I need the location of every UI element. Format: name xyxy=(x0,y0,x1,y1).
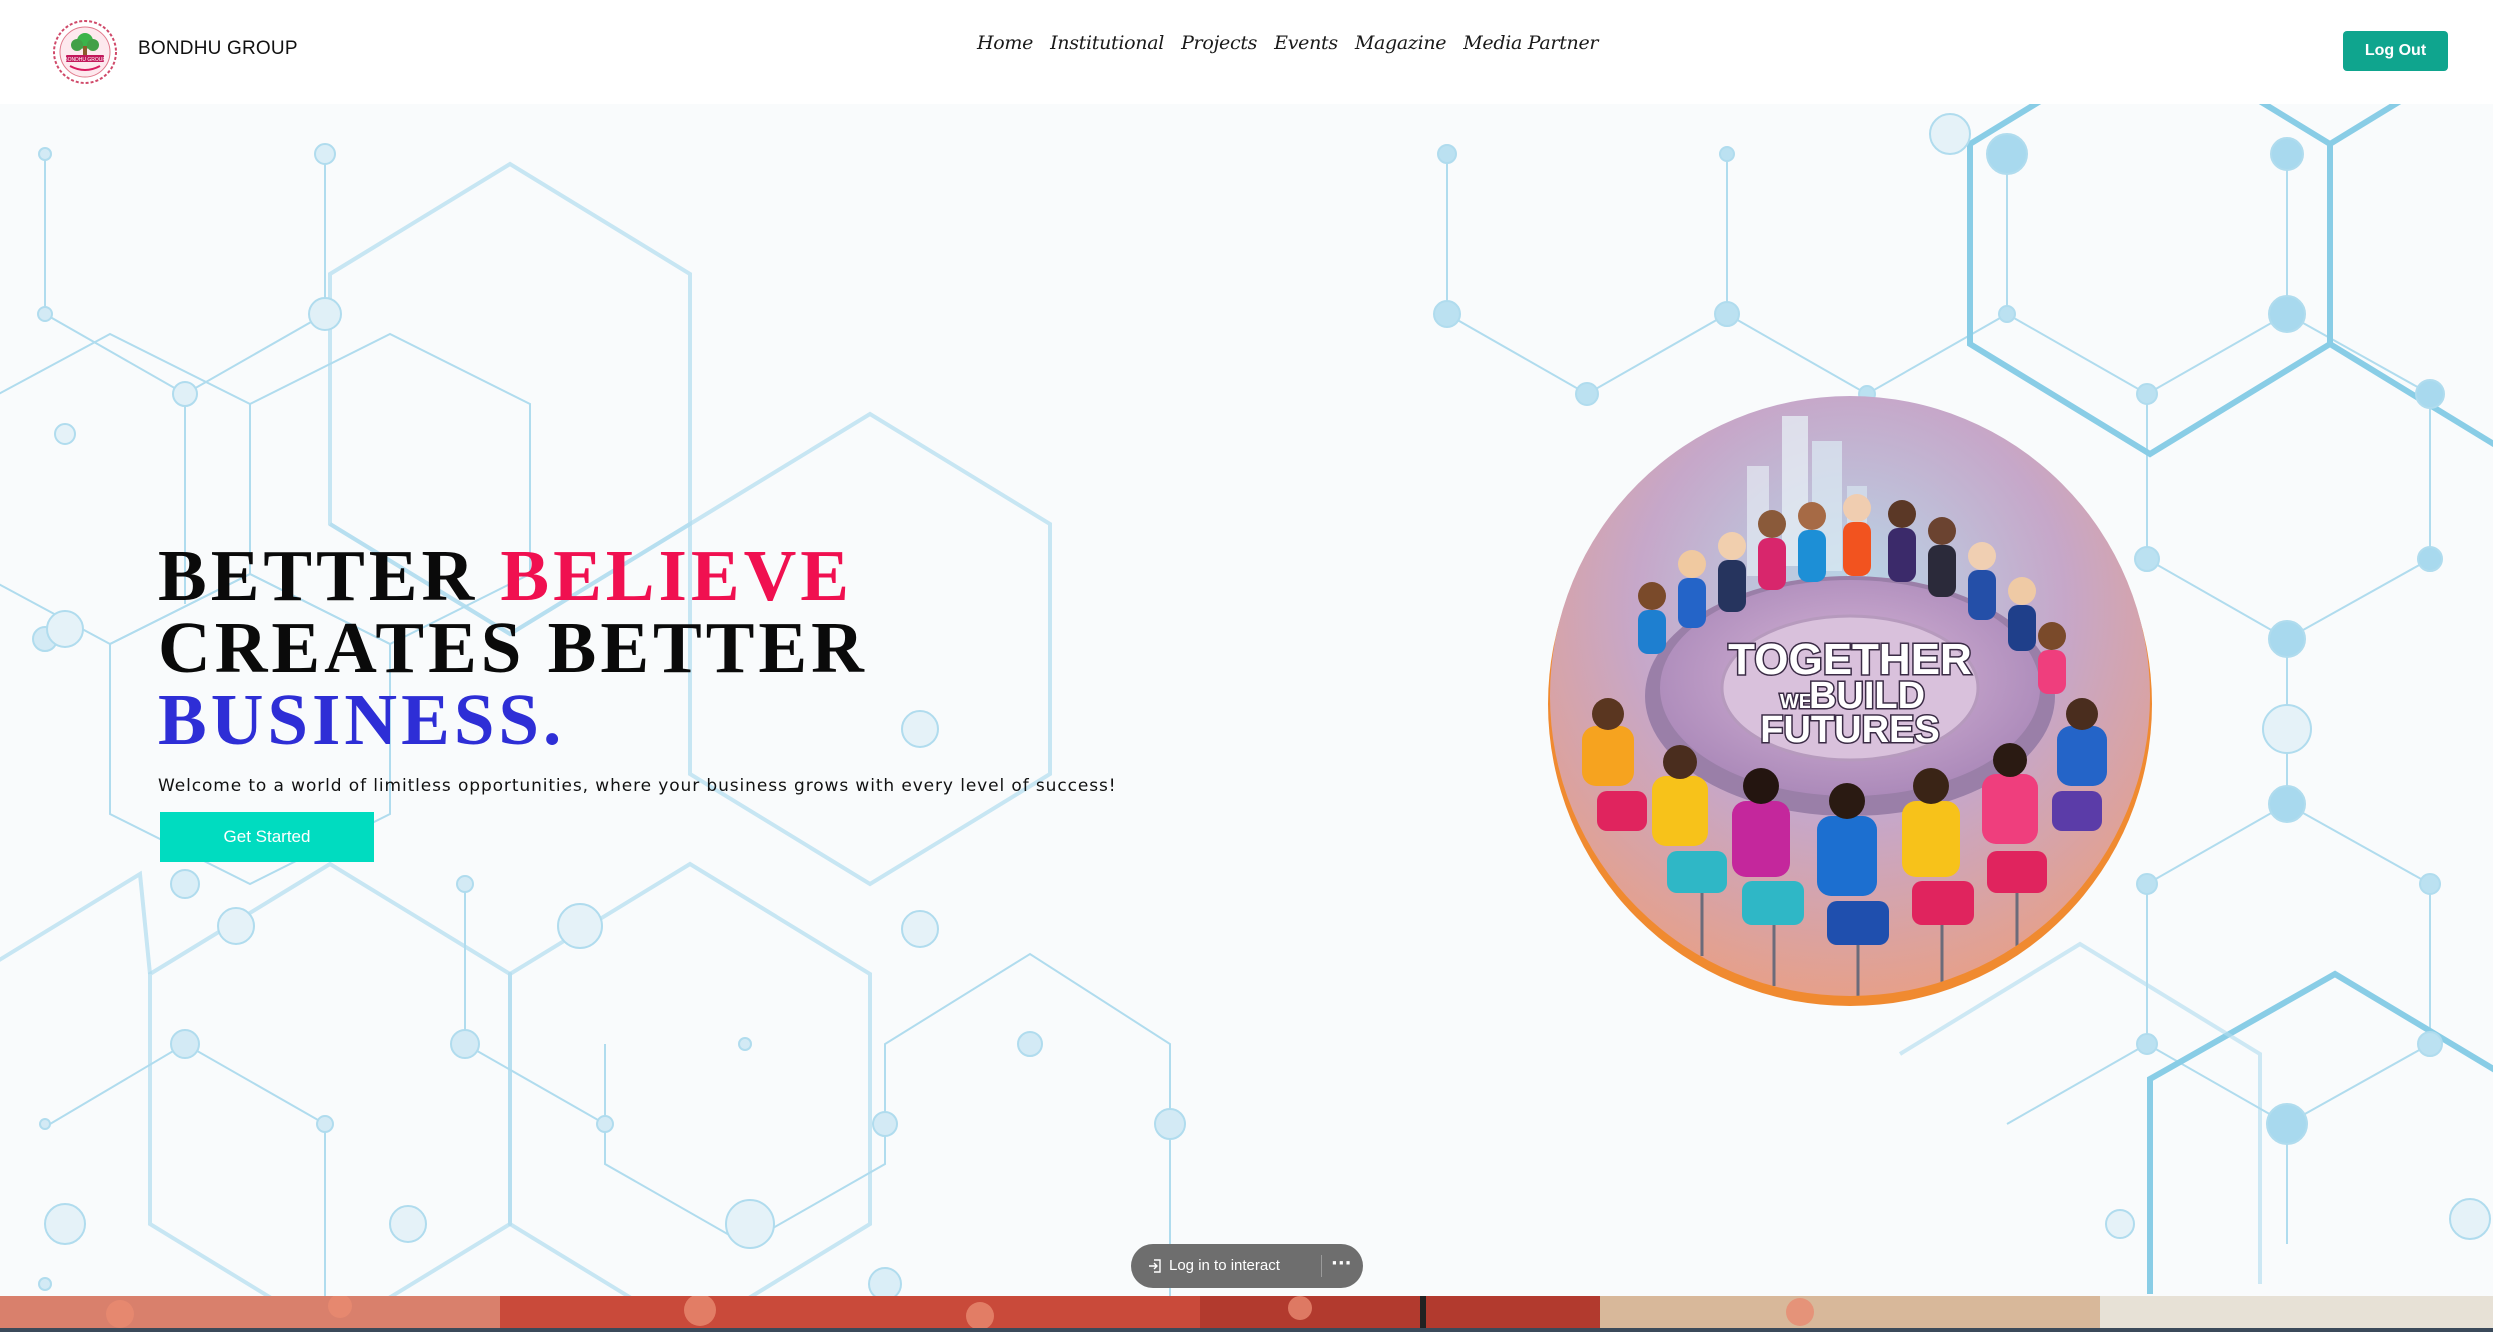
bondhu-group-logo[interactable]: BONDHU GROUP xyxy=(52,19,118,85)
pill-divider xyxy=(1321,1255,1322,1277)
hero-section: BETTER BELIEVE CREATES BETTER BUSINESS. … xyxy=(0,104,2493,1296)
nav-media-partner[interactable]: Media Partner xyxy=(1463,32,1598,54)
headline-line2: CREATES BETTER xyxy=(158,607,868,688)
headline-word-better: BETTER xyxy=(158,535,479,616)
slogan-futures: FUTURES xyxy=(1760,709,1939,751)
nav-magazine[interactable]: Magazine xyxy=(1355,32,1447,54)
nav-home[interactable]: Home xyxy=(977,32,1033,54)
login-icon xyxy=(1149,1259,1161,1273)
nav-projects[interactable]: Projects xyxy=(1181,32,1257,54)
hero-headline: BETTER BELIEVE CREATES BETTER BUSINESS. xyxy=(158,539,868,756)
headline-word-believe: BELIEVE xyxy=(500,535,854,616)
login-to-interact-pill[interactable]: Log in to interact ··· xyxy=(1131,1244,1363,1288)
svg-text:BONDHU GROUP: BONDHU GROUP xyxy=(64,57,106,63)
headline-line3: BUSINESS. xyxy=(158,679,566,760)
hero-subtitle: Welcome to a world of limitless opportun… xyxy=(158,776,1117,796)
team-round-table-illustration: TOGETHER WE BUILD FUTURES xyxy=(1548,396,2152,1006)
logout-button[interactable]: Log Out xyxy=(2343,31,2448,71)
nav-events[interactable]: Events xyxy=(1274,32,1338,54)
site-header: BONDHU GROUP BONDHU GROUP Home Instituti… xyxy=(0,0,2493,104)
get-started-button[interactable]: Get Started xyxy=(160,812,374,862)
more-options-icon[interactable]: ··· xyxy=(1331,1253,1352,1274)
next-section-preview xyxy=(0,1296,2493,1332)
nav-institutional[interactable]: Institutional xyxy=(1050,32,1164,54)
main-nav: Home Institutional Projects Events Magaz… xyxy=(977,32,1599,54)
brand-name[interactable]: BONDHU GROUP xyxy=(138,38,298,60)
login-prompt-text: Log in to interact xyxy=(1169,1257,1280,1274)
